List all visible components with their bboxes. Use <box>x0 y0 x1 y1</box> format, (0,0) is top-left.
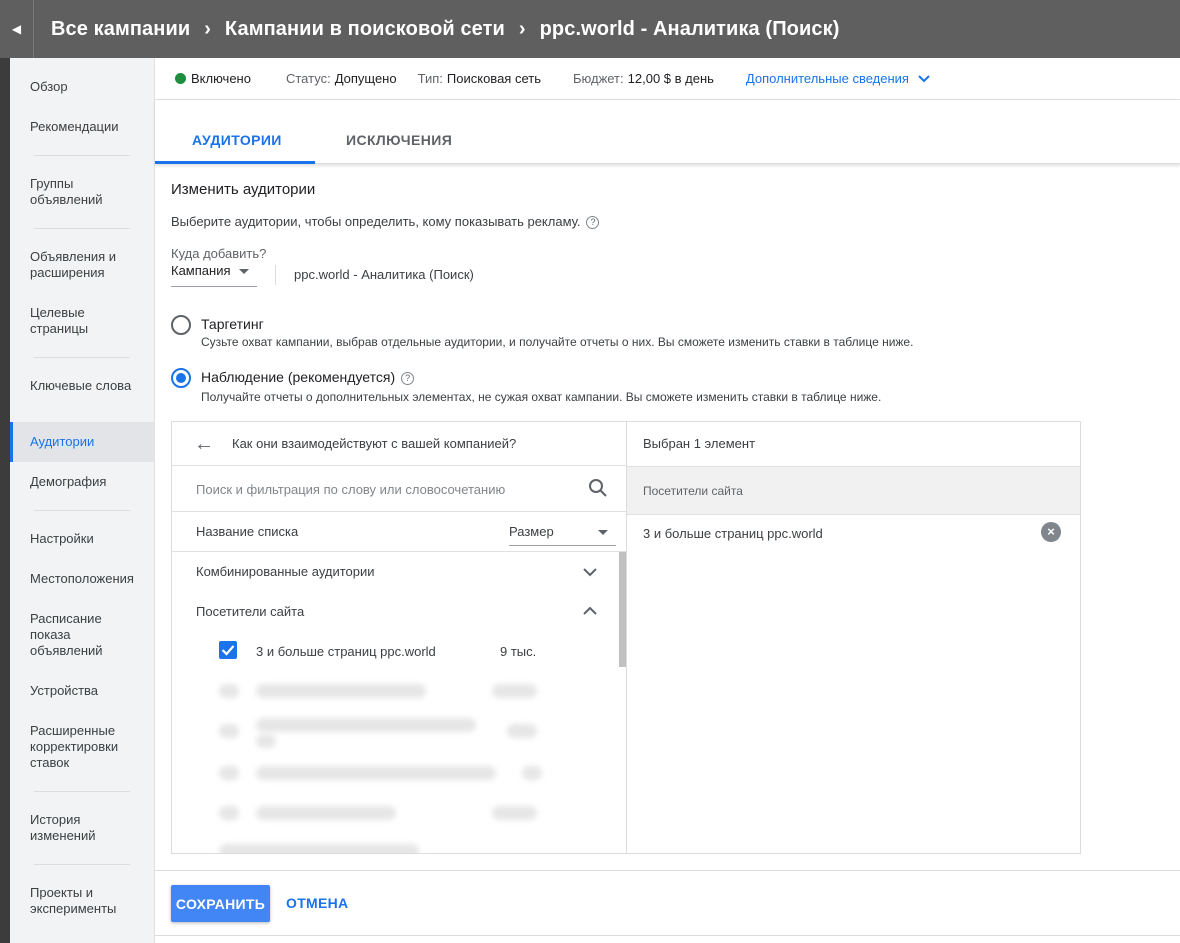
sidebar-item-change-history[interactable]: История изменений <box>30 812 145 844</box>
sidebar-item-settings[interactable]: Настройки <box>30 531 145 547</box>
enabled-status-dot-icon <box>175 73 186 84</box>
sidebar-item-demographics[interactable]: Демография <box>30 474 145 490</box>
group-website-visitors[interactable]: Посетители сайта <box>196 604 304 619</box>
help-icon[interactable]: ? <box>586 216 600 229</box>
audience-browse-panel: ← Как они взаимодействуют с вашей компан… <box>172 422 627 853</box>
sidebar-divider <box>34 357 130 358</box>
audience-search-input[interactable] <box>196 478 576 500</box>
sidebar-item-ad-schedule[interactable]: Расписание показа объявлений <box>30 611 145 659</box>
selected-audience-item: 3 и больше страниц ppc.world <box>643 526 823 541</box>
campaign-status-bar: Включено Статус: Допущено Тип: Поисковая… <box>155 58 1180 100</box>
browse-heading: Как они взаимодействуют с вашей компание… <box>232 436 517 451</box>
more-details-link[interactable]: Дополнительные сведения <box>746 71 909 86</box>
type-label: Тип: <box>417 71 443 86</box>
chevron-right-icon: › <box>204 17 211 40</box>
browse-header: ← Как они взаимодействуют с вашей компан… <box>172 422 626 466</box>
chevron-up-icon[interactable] <box>582 603 598 619</box>
sidebar-item-overview[interactable]: Обзор <box>30 79 145 95</box>
sidebar-item-locations[interactable]: Местоположения <box>30 571 145 587</box>
audience-tabs: АУДИТОРИИ ИСКЛЮЧЕНИЯ <box>155 100 1180 164</box>
breadcrumb-all-campaigns[interactable]: Все кампании <box>51 18 190 41</box>
size-sort-value: Размер <box>509 524 554 539</box>
check-icon <box>221 645 235 656</box>
left-edge-strip <box>0 58 10 943</box>
search-row <box>172 466 626 512</box>
type-value: Поисковая сеть <box>446 71 541 86</box>
sidebar-item-ad-groups[interactable]: Группы объявлений <box>30 176 145 208</box>
list-scrollbar[interactable] <box>619 552 626 667</box>
selected-campaign-name: ppc.world - Аналитика (Поиск) <box>294 267 474 282</box>
dropdown-arrow-icon <box>239 269 249 274</box>
observation-title: Наблюдение (рекомендуется)? <box>201 369 415 385</box>
sidebar-nav: Обзор Рекомендации Группы объявлений Объ… <box>10 58 155 943</box>
sidebar-item-advanced-bid-adjustments[interactable]: Расширенные корректировки ставок <box>30 723 145 771</box>
audience-item-size: 9 тыс. <box>500 644 537 659</box>
sidebar-item-devices[interactable]: Устройства <box>30 683 145 699</box>
sidebar-item-drafts-experiments[interactable]: Проекты и эксперименты <box>30 885 145 917</box>
tab-audiences[interactable]: АУДИТОРИИ <box>192 132 282 148</box>
add-to-select[interactable]: Кампания <box>171 263 257 287</box>
column-list-name: Название списка <box>196 524 299 539</box>
budget-value[interactable]: 12,00 $ в день <box>628 71 714 86</box>
budget-label: Бюджет: <box>572 71 624 86</box>
observation-title-text: Наблюдение (рекомендуется) <box>201 369 396 385</box>
size-sort-select[interactable]: Размер <box>509 518 616 546</box>
search-icon[interactable] <box>588 478 608 498</box>
breadcrumb-search-campaigns[interactable]: Кампании в поисковой сети <box>225 18 505 41</box>
triangle-left-icon: ◀ <box>11 22 22 36</box>
sidebar-divider <box>34 228 130 229</box>
observation-description: Получайте отчеты о дополнительных элемен… <box>201 390 882 404</box>
group-combined-audiences[interactable]: Комбинированные аудитории <box>196 564 375 579</box>
selected-audiences-panel: Выбран 1 элемент Посетители сайта 3 и бо… <box>627 422 1080 853</box>
sidebar-divider <box>34 155 130 156</box>
targeting-description: Сузьте охват кампании, выбрав отдельные … <box>201 335 914 349</box>
sidebar-item-keywords[interactable]: Ключевые слова <box>30 378 145 394</box>
targeting-radio[interactable] <box>171 315 191 335</box>
sidebar-item-landing-pages[interactable]: Целевые страницы <box>30 305 145 337</box>
audience-checkbox-checked[interactable] <box>219 641 237 659</box>
sidebar-divider <box>34 791 130 792</box>
observation-radio[interactable] <box>171 368 191 388</box>
active-tab-indicator <box>155 161 315 164</box>
chevron-down-icon[interactable] <box>917 72 931 86</box>
enabled-label[interactable]: Включено <box>191 71 251 86</box>
breadcrumb: Все кампании › Кампании в поисковой сети… <box>34 18 839 41</box>
selected-section-header: Посетители сайта <box>627 466 1080 515</box>
dropdown-arrow-icon <box>598 530 608 535</box>
tab-exclusions[interactable]: ИСКЛЮЧЕНИЯ <box>346 132 452 148</box>
add-to-select-value: Кампания <box>171 263 231 278</box>
selected-section-title: Посетители сайта <box>643 484 743 498</box>
audience-picker: ← Как они взаимодействуют с вашей компан… <box>171 421 1081 854</box>
description-text: Выберите аудитории, чтобы определить, ко… <box>171 214 581 229</box>
list-columns-header: Название списка Размер <box>172 512 626 552</box>
section-title: Изменить аудитории <box>171 181 316 198</box>
sidebar-item-audiences[interactable]: Аудитории <box>30 434 145 450</box>
form-footer: СОХРАНИТЬ ОТМЕНА <box>155 870 1180 936</box>
top-header: ◀ Все кампании › Кампании в поисковой се… <box>0 0 1180 58</box>
sidebar-divider <box>34 510 130 511</box>
audience-item-label: 3 и больше страниц ppc.world <box>256 644 436 659</box>
add-to-label: Куда добавить? <box>171 246 267 261</box>
help-icon[interactable]: ? <box>401 372 415 385</box>
selected-count: Выбран 1 элемент <box>643 436 756 451</box>
chevron-down-icon[interactable] <box>582 564 598 580</box>
status-label: Статус: <box>285 71 331 86</box>
status-value: Допущено <box>334 71 397 86</box>
cancel-button[interactable]: ОТМЕНА <box>286 895 348 911</box>
vertical-divider <box>275 265 276 285</box>
targeting-title: Таргетинг <box>201 316 264 332</box>
sidebar-item-recommendations[interactable]: Рекомендации <box>30 119 145 135</box>
sidebar-item-ads-extensions[interactable]: Объявления и расширения <box>30 249 145 281</box>
chevron-right-icon: › <box>518 17 526 40</box>
save-button[interactable]: СОХРАНИТЬ <box>171 885 270 922</box>
breadcrumb-current-campaign: ppc.world - Аналитика (Поиск) <box>539 17 840 40</box>
arrow-back-icon[interactable]: ← <box>194 433 214 456</box>
remove-icon[interactable]: × <box>1041 522 1061 542</box>
sidebar-divider <box>34 864 130 865</box>
section-description: Выберите аудитории, чтобы определить, ко… <box>171 214 600 229</box>
collapse-sidebar-button[interactable]: ◀ <box>0 0 34 58</box>
